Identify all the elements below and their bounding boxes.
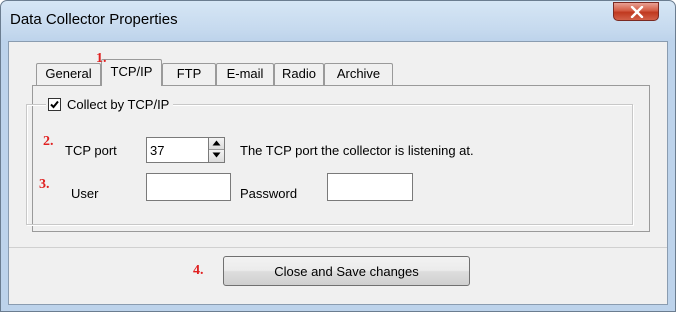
annotation-2: 2. — [43, 134, 54, 149]
checkmark-icon — [50, 100, 59, 108]
password-label: Password — [240, 186, 298, 201]
tab-tcpip[interactable]: TCP/IP — [101, 59, 162, 86]
tab-general[interactable]: General — [36, 63, 101, 85]
title-bar[interactable]: Data Collector Properties — [1, 1, 675, 41]
collect-groupbox — [26, 104, 633, 225]
collect-by-tcpip-checkbox-row[interactable]: Collect by TCP/IP — [46, 94, 174, 114]
tab-radio[interactable]: Radio — [274, 63, 324, 85]
spin-down-icon — [212, 152, 221, 158]
annotation-1: 1. — [96, 51, 107, 66]
tab-archive[interactable]: Archive — [324, 63, 393, 85]
collect-by-tcpip-checkbox[interactable] — [48, 97, 61, 111]
tab-email[interactable]: E-mail — [216, 63, 274, 85]
user-label: User — [71, 186, 99, 201]
dialog-client-area: General TCP/IP FTP E-mail Radio Archive … — [8, 41, 668, 305]
spin-up-icon — [212, 140, 221, 146]
tab-ftp[interactable]: FTP — [162, 63, 216, 85]
spin-down-button[interactable] — [209, 150, 224, 162]
spin-up-button[interactable] — [209, 138, 224, 150]
tcp-port-label: TCP port — [65, 143, 117, 158]
password-input[interactable] — [327, 173, 413, 201]
separator — [9, 247, 667, 248]
user-input[interactable] — [146, 173, 231, 201]
window-title: Data Collector Properties — [10, 11, 178, 28]
close-icon — [630, 6, 644, 18]
tcp-port-input[interactable] — [146, 137, 209, 163]
tcp-port-description: The TCP port the collector is listening … — [240, 143, 474, 158]
collect-by-tcpip-label: Collect by TCP/IP — [67, 96, 170, 112]
annotation-4: 4. — [193, 263, 204, 278]
annotation-3: 3. — [39, 177, 50, 192]
close-and-save-button[interactable]: Close and Save changes — [223, 256, 470, 286]
tcp-port-spinner[interactable] — [208, 137, 225, 163]
close-button[interactable] — [613, 2, 659, 21]
dialog-window: Data Collector Properties General TCP/IP… — [0, 0, 676, 312]
